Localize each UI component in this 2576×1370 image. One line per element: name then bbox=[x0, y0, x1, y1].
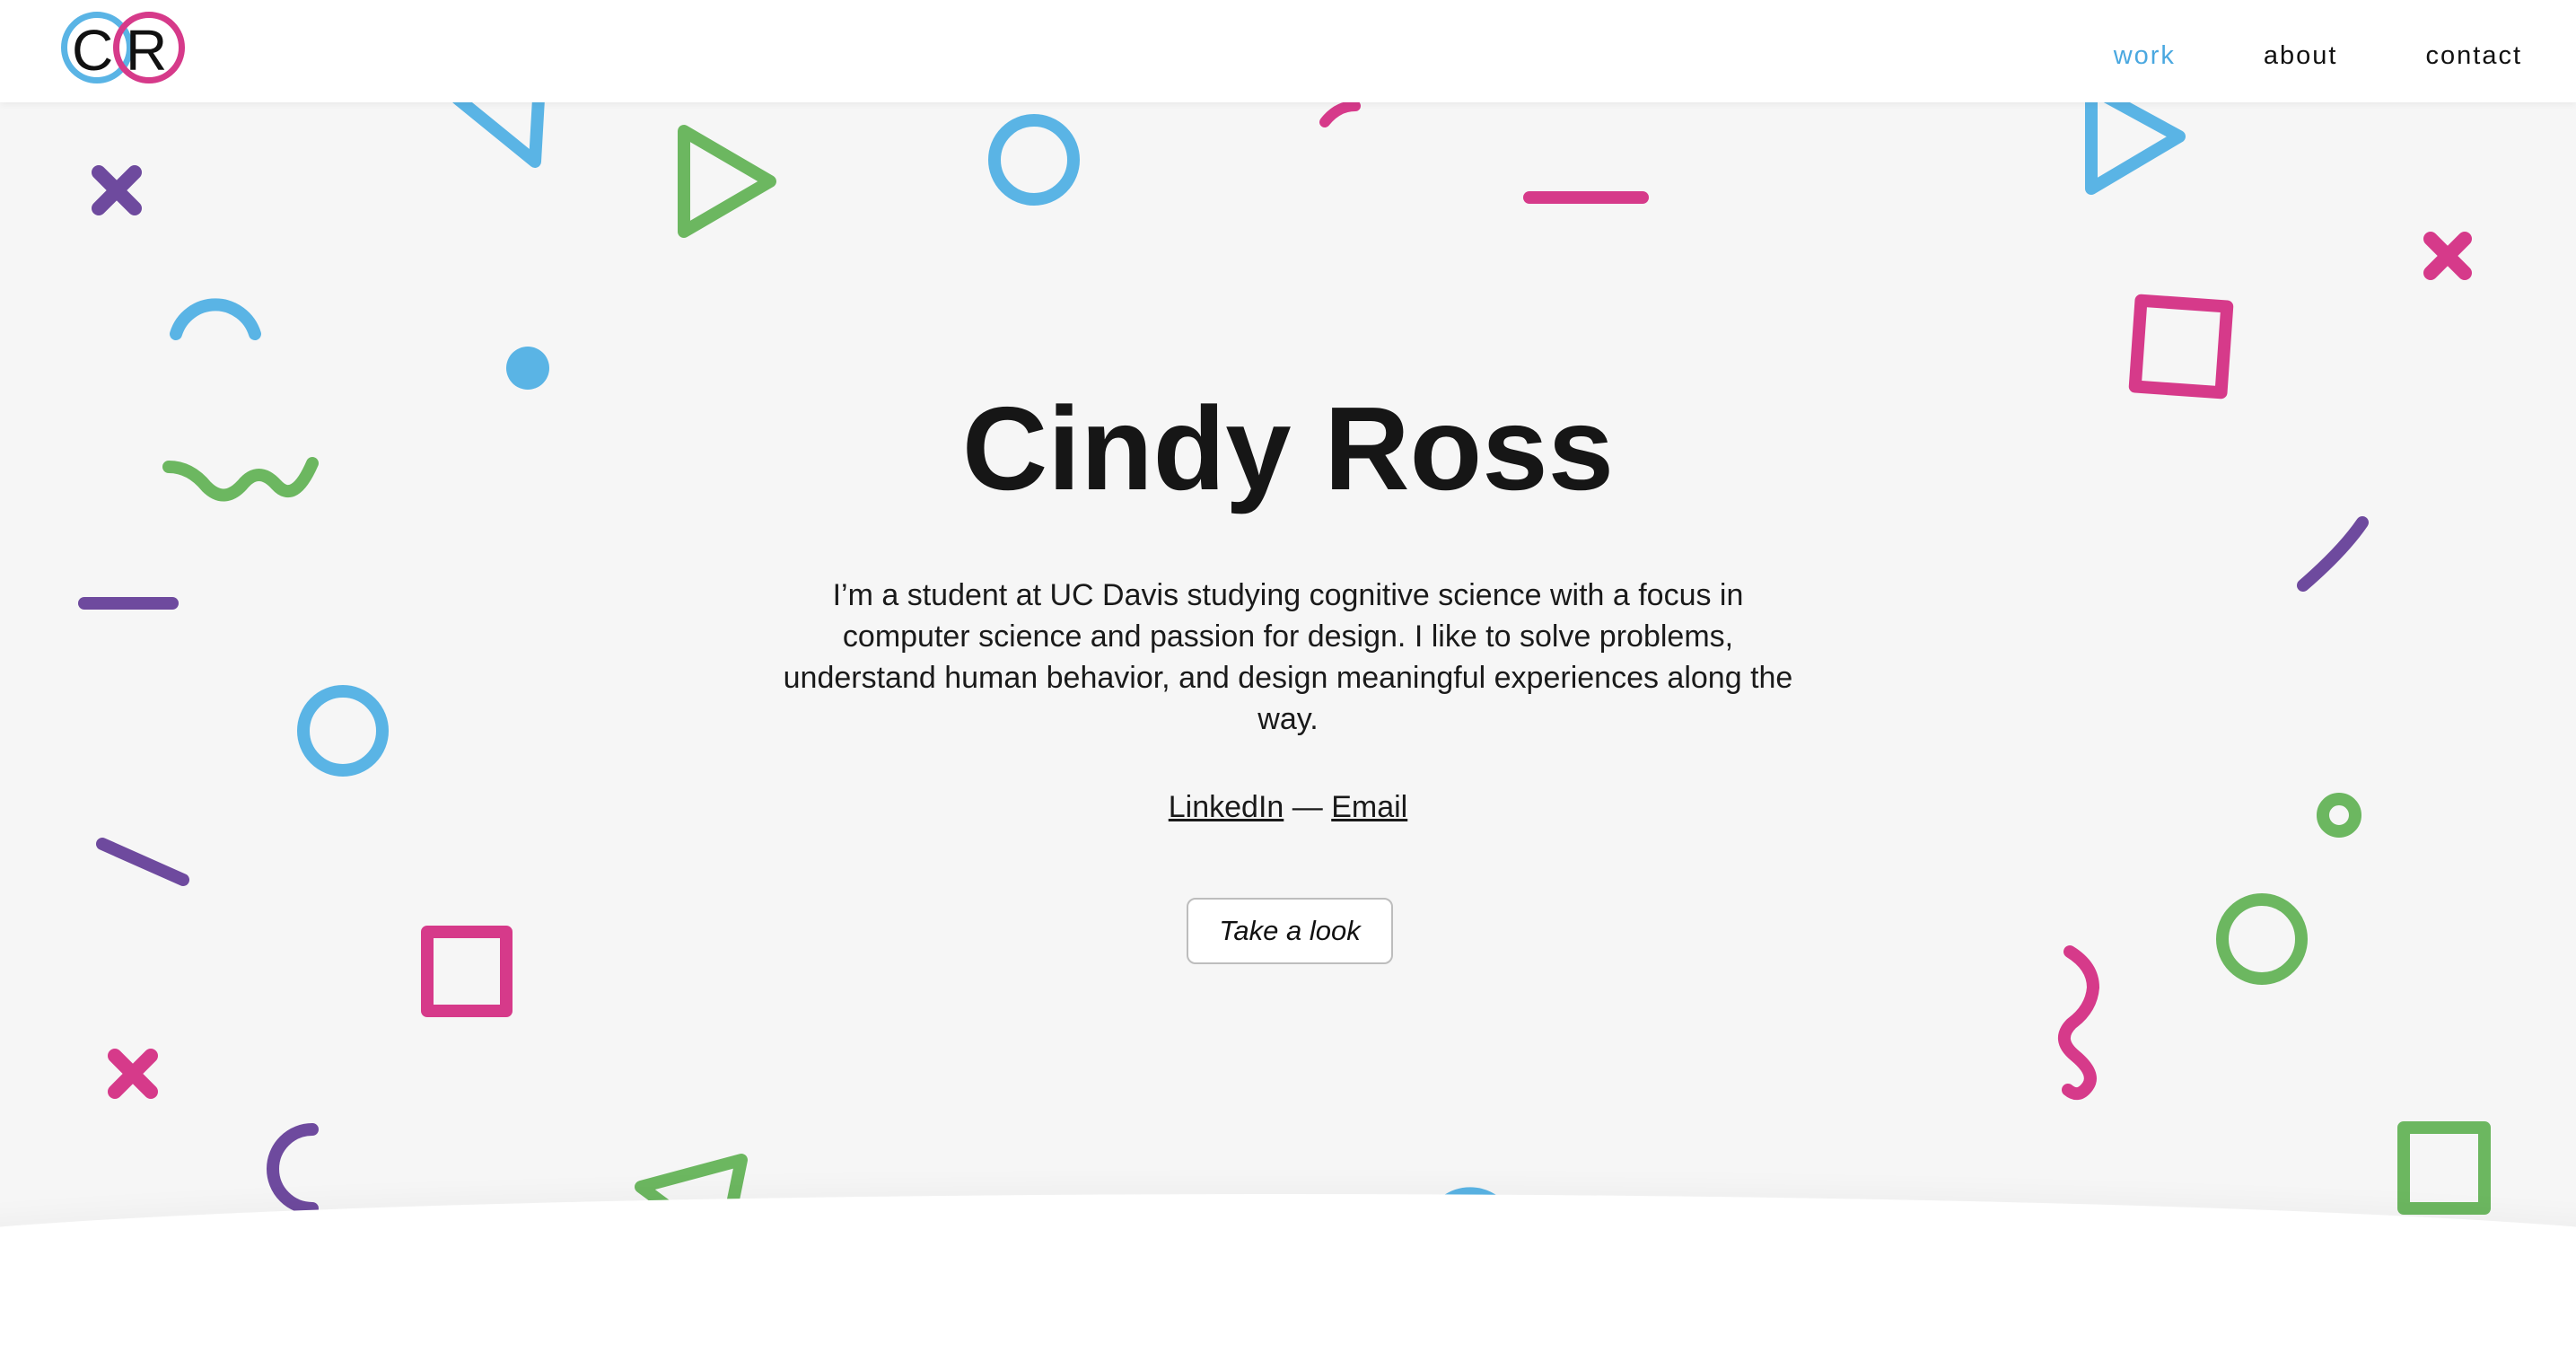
email-link[interactable]: Email bbox=[1331, 790, 1407, 824]
circle-shape bbox=[297, 685, 389, 777]
main-nav: work about contact bbox=[2114, 41, 2522, 71]
arc-shape bbox=[267, 1123, 319, 1215]
site-header: C R work about contact bbox=[0, 0, 2576, 102]
page: Cindy Ross I’m a student at UC Davis stu… bbox=[0, 0, 2576, 1370]
page-title: Cindy Ross bbox=[961, 382, 1615, 514]
dash-shape bbox=[2297, 516, 2369, 592]
social-links: LinkedIn — Email bbox=[0, 790, 2576, 825]
dash-shape bbox=[96, 838, 189, 886]
square-shape bbox=[2397, 1121, 2491, 1215]
square-shape bbox=[421, 926, 513, 1017]
x-shape bbox=[92, 165, 142, 215]
link-separator: — bbox=[1292, 790, 1323, 824]
triangle-shape bbox=[451, 92, 545, 168]
bio-text: I’m a student at UC Davis studying cogni… bbox=[783, 578, 1793, 736]
circle-shape bbox=[2216, 893, 2308, 985]
nav-work[interactable]: work bbox=[2114, 41, 2176, 71]
nav-about[interactable]: about bbox=[2264, 41, 2338, 71]
nav-contact[interactable]: contact bbox=[2426, 41, 2523, 71]
dash-shape bbox=[1319, 101, 1361, 127]
logo-letter-c: C bbox=[72, 18, 114, 83]
squiggle-shape bbox=[2058, 945, 2099, 1101]
circle-shape bbox=[988, 114, 1080, 206]
take-a-look-button[interactable]: Take a look bbox=[1187, 898, 1393, 964]
triangle-shape bbox=[2085, 87, 2186, 195]
arc-shape bbox=[170, 298, 261, 340]
x-shape bbox=[108, 1049, 158, 1099]
logo-letter-r: R bbox=[126, 18, 168, 83]
linkedin-link[interactable]: LinkedIn bbox=[1169, 790, 1284, 824]
triangle-shape bbox=[678, 125, 776, 238]
x-shape bbox=[2423, 232, 2472, 280]
logo[interactable]: C R bbox=[57, 9, 192, 90]
hero-section: Cindy Ross I’m a student at UC Davis stu… bbox=[0, 0, 2576, 1266]
